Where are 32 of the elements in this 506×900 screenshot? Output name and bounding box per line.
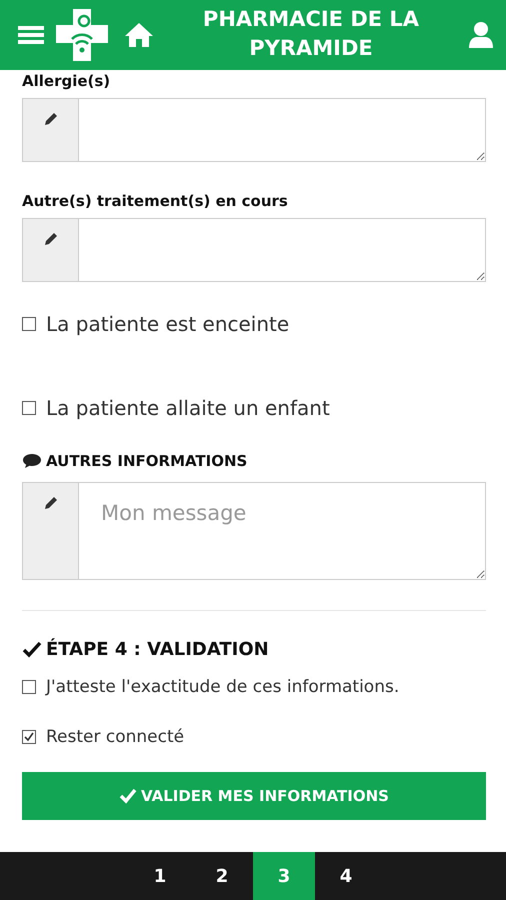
field-label: Allergie(s) — [22, 72, 112, 90]
pencil-icon — [42, 495, 58, 511]
home-button[interactable] — [124, 22, 154, 48]
step-tab[interactable]: 4 — [315, 852, 377, 900]
section-heading: ÉTAPE 4 : VALIDATION — [46, 639, 269, 660]
home-icon — [124, 22, 154, 48]
user-icon — [468, 21, 494, 49]
step-tab[interactable]: 1 — [129, 852, 191, 900]
checkbox[interactable] — [22, 401, 36, 415]
text-area-field[interactable] — [78, 218, 486, 282]
checkbox-label: Rester connecté — [46, 727, 184, 747]
checkbox-label: La patiente allaite un enfant — [46, 396, 330, 420]
account-button[interactable] — [468, 21, 494, 49]
checkbox-label: La patiente est enceinte — [46, 312, 290, 336]
menu-icon — [18, 24, 44, 46]
pencil-icon — [42, 111, 58, 127]
check-icon — [22, 640, 42, 658]
speech-bubble-icon — [22, 453, 42, 469]
checkbox-label: J'atteste l'exactitude de ces informations. — [46, 677, 400, 697]
checkbox[interactable] — [22, 730, 36, 744]
message-field[interactable]: Mon message — [78, 482, 486, 580]
section-heading: AUTRES INFORMATIONS — [46, 452, 248, 470]
checkbox[interactable] — [22, 317, 36, 331]
text-area-field[interactable] — [78, 98, 486, 162]
app-title: PHARMACIE DE LA PYRAMIDE — [202, 6, 420, 62]
step-tab[interactable]: 2 — [191, 852, 253, 900]
check-icon — [119, 788, 137, 804]
menu-button[interactable] — [18, 24, 44, 46]
pharmacy-cross-icon — [54, 7, 110, 63]
field-label: Autre(s) traitement(s) en cours — [22, 192, 289, 210]
pencil-icon — [42, 231, 58, 247]
checkbox[interactable] — [22, 680, 36, 694]
